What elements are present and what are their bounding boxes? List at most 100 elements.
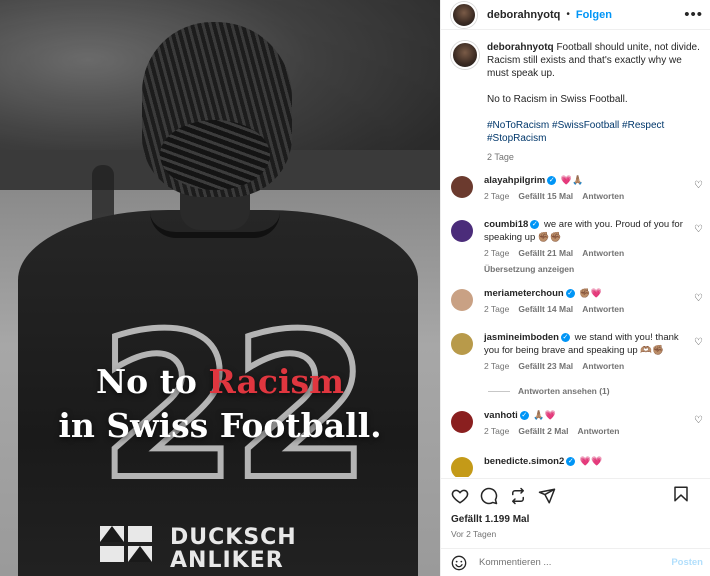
avatar[interactable] [451, 176, 473, 198]
comment-body: vanhoti ✓ 🙏🏽💗 2 Tage Gefällt 2 Mal Antworte… [484, 409, 689, 438]
smiley-icon[interactable] [451, 555, 467, 571]
comment-meta: 2 Tage Gefällt 15 Mal Antworten [484, 190, 689, 203]
verified-icon: ✓ [530, 219, 540, 229]
hair-bun [160, 120, 270, 190]
comment-likes[interactable]: Gefällt 23 Mal [518, 361, 573, 371]
reply-button[interactable]: Antworten [582, 304, 624, 314]
avatar[interactable] [451, 411, 473, 433]
overlay-text-racism: Racism [208, 362, 345, 401]
caption-time: 2 Tage [487, 152, 514, 162]
comment-username[interactable]: alayahpilgrim [484, 175, 545, 186]
verified-icon: ✓ [519, 410, 529, 420]
comment-row: alayahpilgrim ✓ 💗🙏🏽 2 Tage Gefällt 15 Mal A… [451, 174, 709, 203]
comment-time: 2 Tage [484, 248, 510, 258]
comment-username[interactable]: vanhoti [484, 410, 518, 421]
overlay-text-a: No to [95, 362, 209, 401]
caption-line-2: No to Racism in Swiss Football. [487, 94, 628, 105]
share-icon[interactable] [509, 487, 527, 505]
comment-username[interactable]: coumbi18 [484, 219, 528, 230]
post-comment-button[interactable]: Posten [671, 557, 703, 568]
overlay-headline-line-2: in Swiss Football. [58, 406, 382, 445]
post-caption: deborahnyotq Football should unite, not … [451, 41, 706, 164]
comment-text: 💗💗 [579, 456, 603, 466]
comment-row: jasmineimboden ✓ we stand with you! thank… [451, 331, 709, 373]
like-heart-icon[interactable]: ♡ [694, 293, 703, 304]
translate-link[interactable]: Übersetzung anzeigen [484, 263, 689, 276]
caption-avatar[interactable] [451, 41, 479, 69]
reply-button[interactable]: Antworten [577, 426, 619, 436]
comment-time: 2 Tage [484, 191, 510, 201]
caption-hashtags[interactable]: #NoToRacism #SwissFootball #Respect #Sto… [487, 119, 701, 145]
overlay-headline-line-1: No to Racism [0, 362, 440, 401]
post-date: Vor 2 Tagen [451, 529, 497, 539]
avatar[interactable] [451, 220, 473, 242]
comment-username[interactable]: meriameterchoun [484, 288, 564, 299]
comment-meta: 2 Tage Gefällt 21 Mal Antworten [484, 247, 689, 260]
avatar[interactable] [451, 333, 473, 355]
caption-username[interactable]: deborahnyotq [487, 42, 554, 53]
comments-scroll-area[interactable]: deborahnyotq Football should unite, not … [441, 31, 710, 477]
reply-button[interactable]: Antworten [582, 248, 624, 258]
comment-row: coumbi18 ✓ we are with you. Proud of you … [451, 218, 709, 276]
caption-text: deborahnyotq Football should unite, not … [487, 41, 701, 164]
instagram-post-view: 22 DUCKSCH ANLIKER No to Racism in Swiss… [0, 0, 710, 576]
comment-time: 2 Tage [484, 426, 510, 436]
bookmark-icon[interactable] [672, 485, 690, 503]
comment-meta: 2 Tage Gefällt 23 Mal Antworten [484, 360, 689, 373]
avatar[interactable] [451, 289, 473, 311]
like-heart-icon[interactable]: ♡ [694, 415, 703, 426]
like-heart-icon[interactable]: ♡ [694, 337, 703, 348]
follow-button[interactable]: Folgen [576, 9, 612, 21]
comment-composer: Kommentieren ... Posten [441, 548, 710, 576]
avatar[interactable] [451, 457, 473, 477]
comment-likes[interactable]: Gefällt 14 Mal [518, 304, 573, 314]
comment-body: benedicte.simon2 ✓ 💗💗 [484, 455, 689, 477]
send-icon[interactable] [538, 487, 556, 505]
verified-icon: ✓ [565, 288, 575, 298]
post-side-panel: deborahnyotq • Folgen ••• deborahnyotq F… [440, 0, 710, 576]
sponsor-line-1: DUCKSCH [170, 525, 297, 550]
like-heart-icon[interactable]: ♡ [694, 224, 703, 235]
comment-row: meriameterchoun ✓ ✊🏽💗 2 Tage Gefällt 14 Ma… [451, 287, 709, 316]
comment-text: ✊🏽💗 [579, 288, 602, 298]
post-actions: Gefällt 1.199 Mal Vor 2 Tagen [441, 478, 710, 548]
likes-count[interactable]: Gefällt 1.199 Mal [451, 514, 529, 525]
view-replies-button[interactable]: Antworten ansehen (1) [488, 386, 610, 396]
comment-time: 2 Tage [484, 361, 510, 371]
sponsor-text: DUCKSCH ANLIKER [170, 526, 370, 572]
header-username[interactable]: deborahnyotq [487, 9, 560, 21]
comment-body: jasmineimboden ✓ we stand with you! thank… [484, 331, 689, 373]
action-buttons [451, 485, 701, 507]
post-header: deborahnyotq • Folgen ••• [441, 0, 710, 30]
comment-likes[interactable]: Gefällt 15 Mal [518, 191, 573, 201]
comment-icon[interactable] [480, 487, 498, 505]
comment-row: benedicte.simon2 ✓ 💗💗 [451, 455, 709, 477]
comment-meta: 2 Tage Gefällt 14 Mal Antworten [484, 303, 689, 316]
comment-username[interactable]: benedicte.simon2 [484, 456, 564, 467]
comment-row: vanhoti ✓ 🙏🏽💗 2 Tage Gefällt 2 Mal Antworte… [451, 409, 709, 438]
post-image[interactable]: 22 DUCKSCH ANLIKER No to Racism in Swiss… [0, 0, 440, 576]
avatar[interactable] [451, 1, 477, 28]
comment-body: coumbi18 ✓ we are with you. Proud of you … [484, 218, 689, 276]
reply-button[interactable]: Antworten [582, 191, 624, 201]
separator-dot: • [566, 9, 570, 20]
comment-username[interactable]: jasmineimboden [484, 332, 559, 343]
verified-icon: ✓ [560, 332, 570, 342]
comment-time: 2 Tage [484, 304, 510, 314]
comment-text: 💗🙏🏽 [560, 175, 584, 185]
heart-icon[interactable] [451, 487, 469, 505]
more-horizontal-icon[interactable]: ••• [684, 6, 703, 23]
comment-meta: 2 Tage Gefällt 2 Mal Antworten [484, 425, 689, 438]
verified-icon: ✓ [566, 456, 576, 466]
sponsor-logo-icon [100, 526, 152, 562]
comment-body: meriameterchoun ✓ ✊🏽💗 2 Tage Gefällt 14 Ma… [484, 287, 689, 316]
comment-text: 🙏🏽💗 [533, 410, 556, 420]
comment-likes[interactable]: Gefällt 21 Mal [518, 248, 573, 258]
comment-likes[interactable]: Gefällt 2 Mal [518, 426, 568, 436]
reply-button[interactable]: Antworten [582, 361, 624, 371]
verified-icon: ✓ [547, 175, 557, 185]
sponsor-line-2: ANLIKER [170, 548, 284, 573]
comment-input[interactable]: Kommentieren ... [479, 557, 671, 568]
like-heart-icon[interactable]: ♡ [694, 180, 703, 191]
comment-body: alayahpilgrim ✓ 💗🙏🏽 2 Tage Gefällt 15 Mal A… [484, 174, 689, 203]
